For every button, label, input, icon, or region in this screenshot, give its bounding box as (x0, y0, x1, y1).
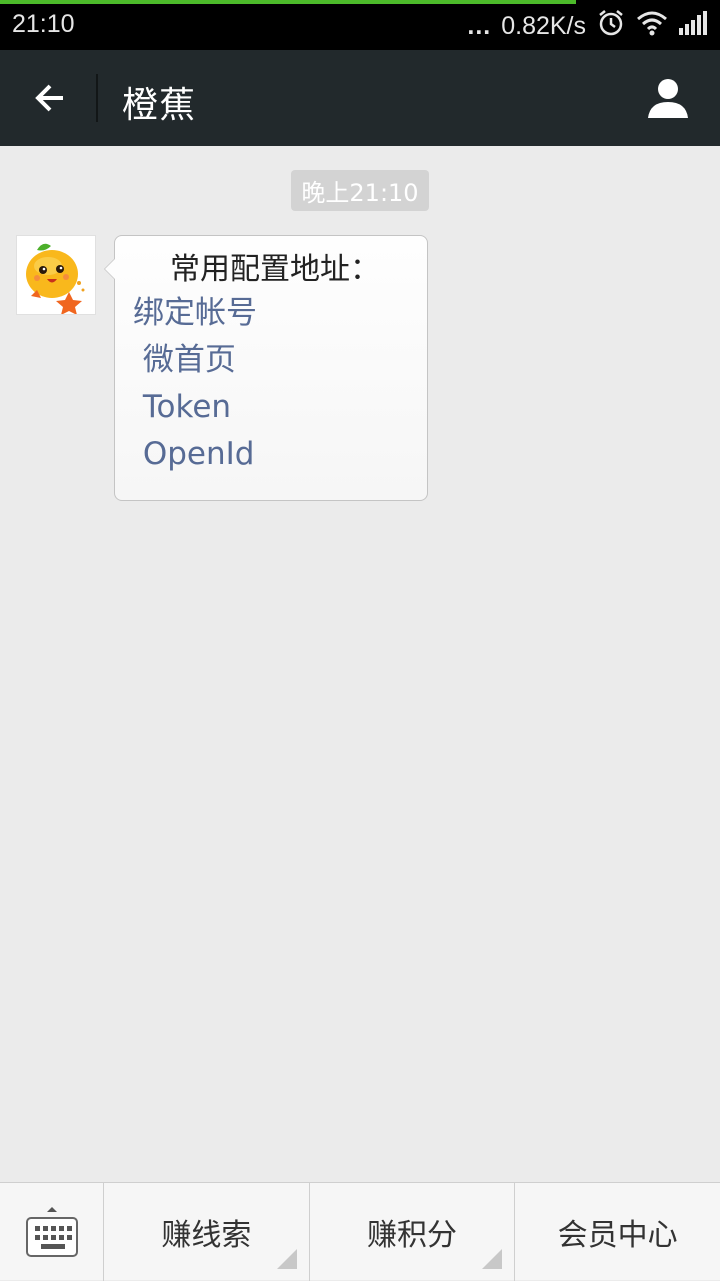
menu-earn-points[interactable]: 赚积分 (310, 1183, 516, 1281)
alarm-icon (596, 8, 626, 45)
menu-member-center-label: 会员中心 (557, 1218, 678, 1253)
keyboard-toggle-button[interactable] (0, 1183, 104, 1281)
menu-earn-leads[interactable]: 赚线索 (104, 1183, 310, 1281)
network-speed: 0.82K/s (501, 11, 586, 40)
link-bind-account[interactable]: 绑定帐号 (133, 290, 417, 337)
submenu-indicator-icon (482, 1249, 503, 1269)
menu-member-center[interactable]: 会员中心 (515, 1183, 720, 1281)
arrow-left-icon (35, 84, 63, 112)
more-notifications-icon: ... (467, 11, 492, 40)
link-openid[interactable]: OpenId (133, 431, 417, 478)
back-button[interactable] (14, 68, 82, 128)
title-bar: 橙蕉 (0, 50, 720, 146)
chat-title: 橙蕉 (122, 85, 197, 126)
submenu-indicator-icon (276, 1249, 297, 1269)
person-icon (648, 79, 688, 118)
profile-button[interactable] (640, 70, 696, 126)
menu-earn-points-label: 赚积分 (367, 1218, 457, 1253)
status-bar: 21:10 ... 0.82K/s (0, 0, 720, 50)
status-indicators: ... 0.82K/s (467, 8, 708, 44)
bottom-menu-bar: 赚线索 赚积分 会员中心 (0, 1182, 720, 1281)
link-token[interactable]: Token (133, 384, 417, 431)
link-micro-homepage[interactable]: 微首页 (133, 337, 417, 384)
keyboard-icon (25, 1207, 78, 1257)
orange-mascot-avatar-icon (17, 236, 95, 314)
status-time: 21:10 (12, 10, 75, 38)
loading-progress-bar (0, 0, 576, 4)
signal-icon (678, 10, 708, 43)
sender-avatar[interactable] (16, 235, 96, 315)
bubble-tail (104, 258, 115, 280)
chat-area[interactable]: 晚上21:10 常用配置地址： 绑定帐号 微首页 Token OpenId (0, 146, 720, 1182)
message-heading: 常用配置地址： (170, 252, 380, 287)
wifi-icon (636, 9, 668, 44)
message-bubble: 常用配置地址： 绑定帐号 微首页 Token OpenId (104, 235, 428, 501)
title-divider (96, 74, 98, 122)
message-timestamp: 晚上21:10 (291, 170, 429, 211)
menu-earn-leads-label: 赚线索 (161, 1218, 252, 1253)
